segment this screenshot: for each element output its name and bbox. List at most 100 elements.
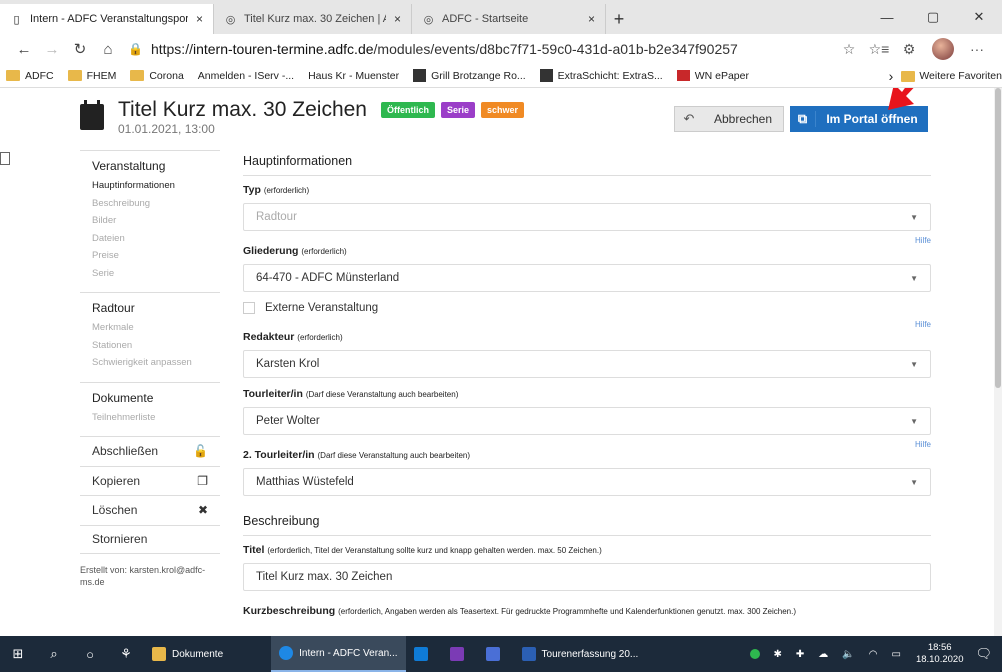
kopieren-button[interactable]: Kopieren ❐ — [80, 465, 220, 496]
close-window-button[interactable]: ✕ — [956, 0, 1002, 34]
globe-icon: ◎ — [423, 13, 434, 26]
bookmark-adfc[interactable]: ADFC — [6, 70, 54, 82]
help-link[interactable]: Hilfe — [243, 320, 931, 329]
cortana-icon[interactable]: ○ — [72, 636, 108, 672]
clock[interactable]: 18:56 18.10.2020 — [916, 642, 964, 666]
page-scrollbar[interactable] — [994, 88, 1002, 636]
section-heading-hauptinformationen: Hauptinformationen — [243, 150, 931, 176]
bookmark-label: Anmelden - IServ -... — [197, 69, 295, 82]
volume-icon[interactable]: 🔈 — [842, 649, 854, 660]
taskbar-app-outlook[interactable] — [406, 636, 442, 672]
typ-label: Typ (erforderlich) — [243, 184, 310, 196]
folder-icon — [67, 70, 82, 81]
externe-veranstaltung-checkbox[interactable]: Externe Veranstaltung — [243, 302, 931, 314]
taskbar-app-label: Intern - ADFC Veran... — [299, 647, 398, 659]
browser-tab-bar: ▯ Intern - ADFC Veranstaltungspor × ◎ Ti… — [0, 0, 1002, 34]
avatar[interactable] — [932, 38, 954, 60]
browser-tab-startseite[interactable]: ◎ ADFC - Startseite × — [412, 4, 606, 34]
scrollbar-thumb[interactable] — [995, 88, 1001, 388]
edge-icon — [279, 646, 294, 660]
typ-select[interactable]: Radtour ▼ — [243, 203, 931, 231]
tourleiter2-select[interactable]: Matthias Wüstefeld ▼ — [243, 468, 931, 496]
tab-label: Intern - ADFC Veranstaltungspor — [30, 13, 188, 25]
app-icon[interactable]: ⚘ — [108, 636, 144, 672]
outlook-icon — [413, 647, 428, 661]
sidebar-item-schwierigkeit[interactable]: Schwierigkeit anpassen — [92, 354, 220, 372]
loeschen-button[interactable]: Löschen ✖ — [80, 495, 220, 525]
bookmark-extraschicht[interactable]: ExtraSchicht: ExtraS... — [539, 69, 663, 82]
sidebar-item-preise[interactable]: Preise — [92, 247, 220, 265]
minimize-button[interactable]: — — [864, 0, 910, 34]
bookmark-grill[interactable]: Grill Brotzange Ro... — [413, 69, 526, 82]
sidebar-item-beschreibung[interactable]: Beschreibung — [92, 195, 220, 213]
checkbox-box[interactable] — [243, 302, 255, 314]
external-link-icon: ⧉ — [790, 111, 816, 127]
titel-input[interactable]: Titel Kurz max. 30 Zeichen — [243, 563, 931, 591]
maximize-button[interactable]: ▢ — [910, 0, 956, 34]
gliederung-select[interactable]: 64-470 - ADFC Münsterland ▼ — [243, 264, 931, 292]
redakteur-select[interactable]: Karsten Krol ▼ — [243, 350, 931, 378]
close-icon[interactable]: × — [394, 12, 401, 26]
help-link[interactable]: Hilfe — [243, 236, 931, 245]
event-header: Titel Kurz max. 30 Zeichen Öffentlich Se… — [80, 98, 525, 136]
new-tab-button[interactable]: + — [606, 4, 632, 34]
gliederung-label: Gliederung (erforderlich) — [243, 245, 347, 257]
sidebar-item-stationen[interactable]: Stationen — [92, 337, 220, 355]
stornieren-button[interactable]: Stornieren — [80, 524, 220, 554]
bookmark-haus[interactable]: Haus Kr - Muenster — [0, 70, 399, 165]
sidebar-item-bilder[interactable]: Bilder — [92, 212, 220, 230]
redakteur-label: Redakteur (erforderlich) — [243, 331, 343, 343]
bookmark-fhem[interactable]: FHEM — [67, 70, 116, 82]
taskbar-app-onenote[interactable] — [442, 636, 478, 672]
sidebar-item-teilnehmerliste[interactable]: Teilnehmerliste — [92, 409, 220, 427]
chevron-down-icon: ▼ — [910, 212, 918, 222]
chevron-down-icon: ▼ — [910, 477, 918, 487]
sidebar-item-serie[interactable]: Serie — [92, 265, 220, 283]
back-icon[interactable]: ← — [10, 41, 38, 58]
bookmarks-overflow[interactable]: › Weitere Favoriten — [889, 64, 1002, 88]
url-field[interactable]: 🔒 https://intern-touren-termine.adfc.de /… — [128, 36, 834, 62]
favorites-list-icon[interactable]: ☆≡ — [864, 41, 894, 58]
bookmarks-bar: ADFC FHEM Corona Anmelden - IServ -... H… — [0, 64, 1002, 165]
bookmark-iserv[interactable]: Anmelden - IServ -... — [0, 69, 295, 165]
forward-icon[interactable]: → — [38, 41, 66, 58]
home-icon[interactable]: ⌂ — [94, 41, 122, 58]
favorite-star-icon[interactable]: ☆ — [834, 41, 864, 58]
unlock-icon: 🔓 — [193, 444, 208, 459]
action-label: Abschließen — [92, 444, 159, 459]
browser-tab-titel[interactable]: ◎ Titel Kurz max. 30 Zeichen | ADF × — [214, 4, 412, 34]
cloud-icon[interactable]: ☁ — [818, 649, 828, 660]
windows-start-icon[interactable]: ⊞ — [0, 636, 36, 672]
url-host: intern-touren-termine.adfc.de — [192, 41, 374, 57]
search-icon[interactable]: ⌕ — [36, 636, 72, 672]
notification-icon[interactable]: 🗨 — [975, 646, 992, 662]
close-icon[interactable]: × — [196, 12, 203, 26]
bookmark-label: ADFC — [25, 69, 54, 82]
abschliessen-button[interactable]: Abschließen 🔓 — [80, 436, 220, 466]
bookmark-wn[interactable]: WN ePaper — [676, 70, 749, 82]
close-icon[interactable]: × — [588, 12, 595, 26]
cancel-button[interactable]: ↶ Abbrechen — [674, 106, 784, 132]
sidebar-item-merkmale[interactable]: Merkmale — [92, 319, 220, 337]
sidebar-item-hauptinformationen[interactable]: Hauptinformationen — [92, 177, 220, 195]
tray-status-icon[interactable] — [749, 649, 760, 659]
taskbar-app-teams[interactable] — [478, 636, 514, 672]
sidebar-item-dateien[interactable]: Dateien — [92, 230, 220, 248]
more-menu-icon[interactable]: ··· — [962, 41, 992, 57]
tourleiter-select[interactable]: Peter Wolter ▼ — [243, 407, 931, 435]
battery-icon[interactable]: ▭ — [891, 649, 900, 660]
wifi-icon[interactable]: ◠ — [869, 649, 878, 660]
typ-value: Radtour — [256, 211, 297, 223]
undo-icon: ↶ — [683, 111, 695, 126]
reload-icon[interactable]: ↻ — [66, 40, 94, 58]
bluetooth-icon[interactable]: ✱ — [774, 649, 782, 660]
taskbar-app-dokumente[interactable]: Dokumente — [144, 636, 231, 672]
extension-icon[interactable]: ⚙ — [894, 41, 924, 58]
taskbar-app-word[interactable]: Tourenerfassung 20... — [514, 636, 647, 672]
taskbar-app-edge[interactable]: Intern - ADFC Veran... — [271, 636, 406, 672]
bookmark-corona[interactable]: Corona — [130, 70, 184, 82]
chevron-down-icon: ▼ — [910, 359, 918, 369]
browser-tab-intern[interactable]: ▯ Intern - ADFC Veranstaltungspor × — [0, 4, 214, 34]
tray-app-icon[interactable]: ✚ — [796, 649, 804, 660]
help-link[interactable]: Hilfe — [243, 440, 931, 449]
